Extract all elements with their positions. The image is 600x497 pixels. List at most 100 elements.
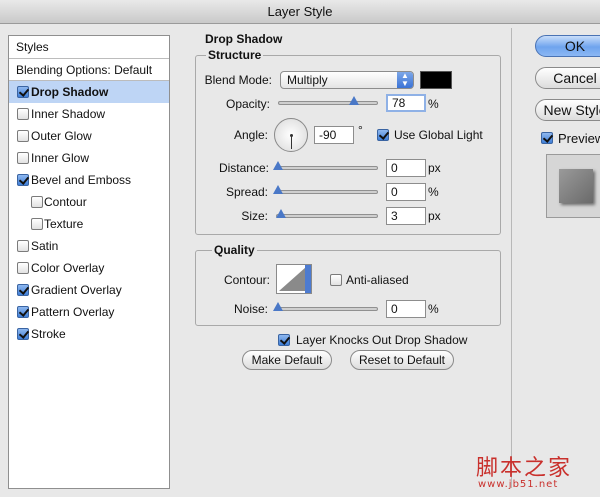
distance-label: Distance: bbox=[218, 161, 269, 175]
size-input[interactable]: 3 bbox=[386, 207, 426, 225]
new-style-button[interactable]: New Style bbox=[535, 99, 600, 121]
style-items-list: Drop Shadow Inner Shadow Outer Glow Inner G… bbox=[9, 81, 169, 345]
style-item-contour[interactable]: Contour bbox=[9, 191, 169, 213]
noise-unit: % bbox=[428, 302, 439, 316]
cancel-label: Cancel bbox=[553, 70, 597, 86]
style-item-outer-glow[interactable]: Outer Glow bbox=[9, 125, 169, 147]
angle-label: Angle: bbox=[233, 128, 268, 142]
style-item-bevel-and-emboss[interactable]: Bevel and Emboss bbox=[9, 169, 169, 191]
styles-list-panel: Styles Blending Options: Default Drop Sh… bbox=[8, 35, 170, 489]
style-item-satin[interactable]: Satin bbox=[9, 235, 169, 257]
opacity-slider-thumb[interactable] bbox=[349, 96, 359, 105]
contour-label: Contour: bbox=[223, 273, 270, 287]
angle-value: -90 bbox=[319, 128, 337, 142]
color-overlay-checkbox[interactable] bbox=[17, 262, 29, 274]
opacity-input[interactable]: 78 bbox=[386, 94, 426, 112]
use-global-light-checkbox[interactable] bbox=[377, 129, 389, 141]
style-item-drop-shadow[interactable]: Drop Shadow bbox=[9, 81, 169, 103]
style-item-inner-glow[interactable]: Inner Glow bbox=[9, 147, 169, 169]
ok-button[interactable]: OK bbox=[535, 35, 600, 57]
style-item-gradient-overlay[interactable]: Gradient Overlay bbox=[9, 279, 169, 301]
watermark-logo: 脚本之家 bbox=[476, 456, 573, 481]
size-label: Size: bbox=[241, 209, 268, 223]
distance-value: 0 bbox=[391, 161, 398, 175]
make-default-label: Make Default bbox=[251, 353, 323, 367]
outer-glow-checkbox[interactable] bbox=[17, 130, 29, 142]
spread-slider-thumb[interactable] bbox=[273, 185, 283, 194]
contour-dropdown-arrow-icon[interactable] bbox=[305, 265, 311, 293]
contour-curve-icon bbox=[279, 267, 306, 291]
spread-input[interactable]: 0 bbox=[386, 183, 426, 201]
styles-header-label: Styles bbox=[16, 40, 49, 54]
panel-separator bbox=[511, 28, 512, 488]
opacity-unit: % bbox=[428, 97, 439, 111]
style-item-texture[interactable]: Texture bbox=[9, 213, 169, 235]
anti-aliased-label: Anti-aliased bbox=[346, 273, 409, 287]
distance-input[interactable]: 0 bbox=[386, 159, 426, 177]
style-item-label: Contour bbox=[44, 195, 87, 209]
style-item-label: Pattern Overlay bbox=[31, 305, 115, 319]
styles-header[interactable]: Styles bbox=[9, 36, 169, 59]
preview-checkbox[interactable] bbox=[541, 132, 553, 144]
size-unit: px bbox=[428, 209, 441, 223]
drop-shadow-checkbox[interactable] bbox=[17, 86, 29, 98]
size-slider-thumb[interactable] bbox=[276, 209, 286, 218]
cancel-button[interactable]: Cancel bbox=[535, 67, 600, 89]
size-value: 3 bbox=[391, 209, 398, 223]
reset-to-default-button[interactable]: Reset to Default bbox=[350, 350, 454, 370]
opacity-label: Opacity: bbox=[225, 97, 270, 111]
texture-checkbox[interactable] bbox=[31, 218, 43, 230]
style-item-stroke[interactable]: Stroke bbox=[9, 323, 169, 345]
stroke-checkbox[interactable] bbox=[17, 328, 29, 340]
select-arrows-icon: ▲ ▼ bbox=[397, 72, 413, 88]
layer-knocks-out-label: Layer Knocks Out Drop Shadow bbox=[296, 333, 468, 347]
spread-unit: % bbox=[428, 185, 439, 199]
gradient-overlay-checkbox[interactable] bbox=[17, 284, 29, 296]
noise-label: Noise: bbox=[233, 302, 268, 316]
contour-picker[interactable] bbox=[276, 264, 312, 294]
bevel-and-emboss-checkbox[interactable] bbox=[17, 174, 29, 186]
inner-shadow-checkbox[interactable] bbox=[17, 108, 29, 120]
style-item-label: Gradient Overlay bbox=[31, 283, 122, 297]
spread-label: Spread: bbox=[225, 185, 268, 199]
noise-slider-thumb[interactable] bbox=[273, 302, 283, 311]
anti-aliased-checkbox[interactable] bbox=[330, 274, 342, 286]
size-slider-track[interactable] bbox=[276, 214, 378, 218]
blending-options-item[interactable]: Blending Options: Default bbox=[9, 59, 169, 81]
reset-to-default-label: Reset to Default bbox=[358, 353, 446, 367]
contour-checkbox[interactable] bbox=[31, 196, 43, 208]
layer-knocks-out-checkbox[interactable] bbox=[278, 334, 290, 346]
shadow-color-swatch[interactable] bbox=[420, 71, 452, 89]
blend-mode-select[interactable]: Multiply ▲ ▼ bbox=[280, 71, 414, 89]
inner-glow-checkbox[interactable] bbox=[17, 152, 29, 164]
spread-value: 0 bbox=[391, 185, 398, 199]
angle-input[interactable]: -90 bbox=[314, 126, 354, 144]
satin-checkbox[interactable] bbox=[17, 240, 29, 252]
angle-dial-center bbox=[290, 134, 293, 137]
opacity-value: 78 bbox=[392, 96, 406, 110]
style-item-pattern-overlay[interactable]: Pattern Overlay bbox=[9, 301, 169, 323]
angle-dial[interactable] bbox=[274, 118, 308, 152]
style-item-inner-shadow[interactable]: Inner Shadow bbox=[9, 103, 169, 125]
structure-group: Structure Blend Mode: Multiply ▲ ▼ Opacit… bbox=[195, 48, 501, 235]
blend-mode-value: Multiply bbox=[287, 73, 328, 87]
make-default-button[interactable]: Make Default bbox=[242, 350, 332, 370]
spread-slider-track[interactable] bbox=[276, 190, 378, 194]
ok-label: OK bbox=[564, 38, 586, 54]
distance-unit: px bbox=[428, 161, 441, 175]
style-item-color-overlay[interactable]: Color Overlay bbox=[9, 257, 169, 279]
opacity-slider-track[interactable] bbox=[278, 101, 378, 105]
watermark-url: www.jb51.net bbox=[478, 479, 559, 490]
noise-slider-track[interactable] bbox=[276, 307, 378, 311]
style-item-label: Bevel and Emboss bbox=[31, 173, 132, 187]
distance-slider-track[interactable] bbox=[276, 166, 378, 170]
quality-group: Quality Contour: Anti-aliased Noise: 0 % bbox=[195, 243, 501, 326]
style-item-label: Texture bbox=[44, 217, 84, 231]
style-preview-thumbnail bbox=[546, 154, 600, 218]
window-title-bar: Layer Style bbox=[0, 0, 600, 24]
dialog-content: Styles Blending Options: Default Drop Sh… bbox=[0, 24, 600, 497]
style-item-label: Stroke bbox=[31, 327, 66, 341]
distance-slider-thumb[interactable] bbox=[273, 161, 283, 170]
pattern-overlay-checkbox[interactable] bbox=[17, 306, 29, 318]
noise-input[interactable]: 0 bbox=[386, 300, 426, 318]
